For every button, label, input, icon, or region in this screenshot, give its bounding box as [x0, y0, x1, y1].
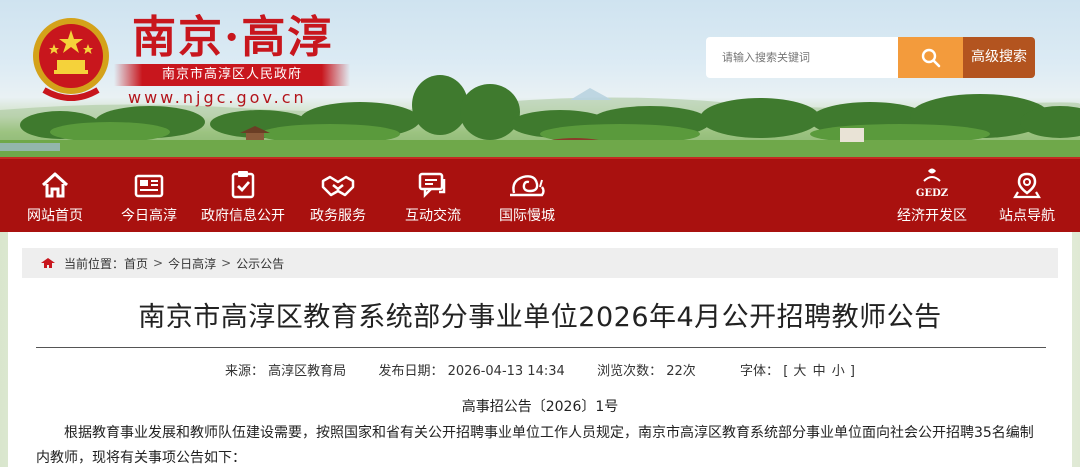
date-value: 2026-04-13 14:34: [447, 364, 565, 379]
breadcrumb-today[interactable]: 今日高淳: [168, 255, 216, 272]
breadcrumb-home[interactable]: 首页: [124, 255, 148, 272]
font-size-switcher: [ 大 中 小 ]: [783, 364, 855, 379]
nav-item-label: 政务服务: [310, 208, 366, 224]
nav-item-label: 国际慢城: [499, 208, 555, 224]
source-value: 高淳区教育局: [268, 364, 347, 379]
nav-item-services[interactable]: 政务服务: [307, 159, 369, 232]
snail-icon: [510, 175, 545, 197]
chat-icon: [418, 172, 446, 199]
nav-item-slow-city[interactable]: 国际慢城: [496, 159, 558, 232]
svg-text:GEDZ: GEDZ: [916, 188, 948, 199]
clipboard-check-icon: [231, 171, 255, 199]
font-size-label: 字体：: [740, 364, 780, 379]
home-icon: [41, 172, 69, 198]
source-label: 来源：: [225, 364, 265, 379]
article-meta: 来源： 高淳区教育局 发布日期： 2026-04-13 14:34 浏览次数： …: [0, 360, 1080, 379]
breadcrumb-separator: >: [221, 256, 232, 270]
breadcrumb-announcements[interactable]: 公示公告: [236, 255, 284, 272]
newspaper-icon: [134, 174, 164, 198]
search-input[interactable]: [706, 37, 898, 78]
header-banner: 南京·高淳 南京市高淳区人民政府 www.njgc.gov.cn 高级搜索: [0, 0, 1080, 157]
breadcrumb-prefix: 当前位置：: [64, 256, 125, 271]
font-size-small[interactable]: 小: [832, 364, 845, 379]
nav-item-interaction[interactable]: 互动交流: [402, 159, 464, 232]
location-pin-icon: [1013, 172, 1041, 199]
site-url: www.njgc.gov.cn: [128, 88, 307, 107]
search-button[interactable]: [898, 37, 963, 78]
advanced-search-button[interactable]: 高级搜索: [963, 37, 1035, 78]
breadcrumb: 当前位置： 首页 > 今日高淳 > 公示公告: [22, 248, 1058, 278]
nav-item-label: 政府信息公开: [201, 208, 285, 224]
views-value: 22次: [666, 364, 696, 379]
handshake-icon: [321, 175, 355, 197]
breadcrumb-separator: >: [153, 256, 164, 270]
nav-item-home[interactable]: 网站首页: [25, 159, 85, 232]
article-title: 南京市高淳区教育系统部分事业单位2026年4月公开招聘教师公告: [138, 302, 942, 333]
article-paragraph: 根据教育事业发展和教师队伍建设需要，按照国家和省有关公开招聘事业单位工作人员规定…: [36, 425, 1034, 466]
nav-item-label: 经济开发区: [897, 208, 967, 224]
nav-item-gov-info[interactable]: 政府信息公开: [197, 159, 289, 232]
nav-item-label: 今日高淳: [121, 208, 177, 224]
document-number: 高事招公告〔2026〕1号: [461, 399, 619, 415]
gov-name: 南京市高淳区人民政府: [114, 64, 350, 86]
nav-item-dev-zone[interactable]: GEDZ 经济开发区: [893, 159, 971, 232]
site-title: 南京·高淳: [132, 12, 334, 63]
home-icon: [40, 257, 56, 269]
nav-item-today[interactable]: 今日高淳: [119, 159, 179, 232]
nav-item-label: 站点导航: [999, 208, 1055, 224]
date-label: 发布日期：: [378, 364, 444, 379]
nav-item-sitemap[interactable]: 站点导航: [996, 159, 1058, 232]
gedz-logo-icon: GEDZ: [916, 168, 948, 199]
national-emblem-icon: [33, 18, 109, 101]
main-nav: 网站首页 今日高淳 政府信息公开 政务服务 互动交流 国际慢城 GEDZ 经济开…: [0, 157, 1080, 232]
nav-item-label: 互动交流: [405, 208, 461, 224]
search-icon: [921, 48, 940, 67]
views-label: 浏览次数：: [597, 364, 663, 379]
nav-item-label: 网站首页: [27, 208, 83, 224]
font-size-medium[interactable]: 中: [813, 364, 826, 379]
font-size-large[interactable]: 大: [793, 364, 806, 379]
title-divider: [36, 347, 1046, 348]
